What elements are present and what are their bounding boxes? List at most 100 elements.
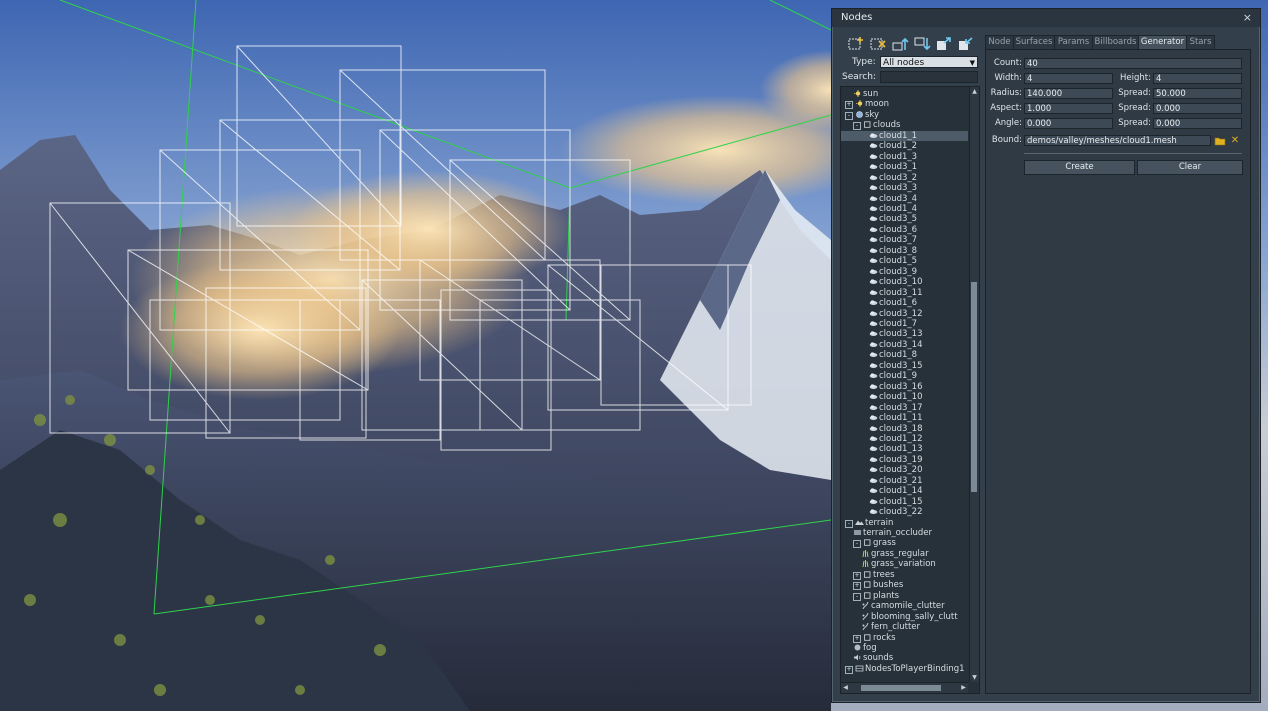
tree-row[interactable]: cloud3_15 [841, 361, 968, 371]
tree-row[interactable]: cloud1_9 [841, 371, 968, 381]
tree-row[interactable]: cloud1_2 [841, 141, 968, 151]
tree-row[interactable]: cloud1_10 [841, 392, 968, 402]
tree-row[interactable]: cloud1_11 [841, 413, 968, 423]
tree-vertical-scrollbar[interactable]: ▲ ▼ [969, 87, 979, 682]
tree-row[interactable]: cloud3_22 [841, 507, 968, 517]
tree-row[interactable]: cloud3_5 [841, 214, 968, 224]
count-field[interactable]: 40 [1024, 58, 1242, 69]
expand-icon[interactable]: + [853, 634, 861, 643]
tree-row[interactable]: blooming_sally_clutt [841, 612, 968, 622]
tree-row[interactable]: cloud1_13 [841, 444, 968, 454]
tree-row[interactable]: cloud1_5 [841, 256, 968, 266]
tree-row[interactable]: cloud1_3 [841, 152, 968, 162]
tab-node[interactable]: Node [985, 35, 1014, 50]
tree-row[interactable]: cloud1_14 [841, 486, 968, 496]
tree-row[interactable]: cloud3_13 [841, 329, 968, 339]
tree-row[interactable]: + moon [841, 99, 968, 110]
tree-row[interactable]: + bushes [841, 580, 968, 591]
tree-row[interactable]: cloud3_19 [841, 455, 968, 465]
expand-icon[interactable]: + [845, 665, 853, 674]
tree-row[interactable]: sounds [841, 653, 968, 663]
tree-row[interactable]: cloud3_14 [841, 340, 968, 350]
tree-horizontal-scrollbar[interactable]: ◀ ▶ [841, 682, 968, 693]
aspect-field[interactable]: 1.000 [1024, 103, 1113, 114]
width-field[interactable]: 4 [1024, 73, 1113, 84]
tree-row[interactable]: cloud3_2 [841, 173, 968, 183]
tree-row[interactable]: cloud1_7 [841, 319, 968, 329]
tab-generator[interactable]: Generator [1138, 35, 1187, 50]
aspect-spread-field[interactable]: 0.000 [1153, 103, 1242, 114]
tree-row[interactable]: cloud3_10 [841, 277, 968, 287]
tree-row[interactable]: cloud3_6 [841, 225, 968, 235]
tree-row[interactable]: - plants [841, 591, 968, 601]
tree-row[interactable]: cloud3_8 [841, 246, 968, 256]
tab-stars[interactable]: Stars [1186, 35, 1215, 50]
tree-row[interactable]: cloud3_4 [841, 194, 968, 204]
clear-path-icon[interactable]: ✕ [1229, 135, 1241, 146]
expand-icon[interactable]: + [845, 101, 853, 110]
node-tree[interactable]: sun + moon - sky - clouds cloud1_1 cloud1_2 cloud… [840, 86, 980, 694]
tree-row[interactable]: cloud1_6 [841, 298, 968, 308]
tree-row[interactable]: cloud1_12 [841, 434, 968, 444]
tree-row[interactable]: + NodesToPlayerBinding1 [841, 664, 968, 674]
tree-row[interactable]: cloud1_1 [841, 130, 968, 142]
tree-row[interactable]: cloud3_16 [841, 382, 968, 392]
tree-row[interactable]: terrain_occluder [841, 528, 968, 538]
type-select[interactable]: All nodes ▼ [880, 56, 978, 68]
tree-row[interactable]: sun [841, 89, 968, 99]
tree-row[interactable]: - clouds [841, 120, 968, 131]
tree-row[interactable]: cloud3_21 [841, 476, 968, 486]
scroll-down-icon[interactable]: ▼ [970, 673, 979, 682]
move-down-icon[interactable] [912, 35, 932, 53]
tree-row[interactable]: cloud1_4 [841, 204, 968, 214]
tree-row[interactable]: cloud3_1 [841, 162, 968, 172]
export-node-icon[interactable] [956, 35, 976, 53]
collapse-icon[interactable]: - [853, 592, 861, 601]
move-up-icon[interactable] [890, 35, 910, 53]
expand-icon[interactable]: + [853, 582, 861, 591]
collapse-icon[interactable]: - [853, 540, 861, 549]
radius-field[interactable]: 140.000 [1024, 88, 1113, 99]
scroll-left-icon[interactable]: ◀ [841, 683, 850, 693]
tree-row[interactable]: grass_regular [841, 549, 968, 559]
tree-row[interactable]: cloud1_8 [841, 350, 968, 360]
tree-row[interactable]: cloud3_12 [841, 309, 968, 319]
height-field[interactable]: 4 [1153, 73, 1242, 84]
tree-row[interactable]: cloud3_17 [841, 403, 968, 413]
tree-row[interactable]: + rocks [841, 633, 968, 643]
tree-row[interactable]: camomile_clutter [841, 601, 968, 611]
tree-row[interactable]: cloud3_11 [841, 288, 968, 298]
clear-button[interactable]: Clear [1137, 160, 1243, 175]
tree-row[interactable]: - grass [841, 538, 968, 549]
tree-row[interactable]: cloud3_3 [841, 183, 968, 193]
tree-row[interactable]: grass_variation [841, 559, 968, 569]
create-button[interactable]: Create [1024, 160, 1135, 175]
tree-row[interactable]: cloud3_18 [841, 424, 968, 434]
tree-row[interactable]: - terrain [841, 518, 968, 528]
scroll-thumb[interactable] [971, 282, 977, 492]
collapse-icon[interactable]: - [845, 519, 853, 528]
tree-row[interactable]: fog [841, 643, 968, 653]
tree-row[interactable]: fern_clutter [841, 622, 968, 632]
delete-node-icon[interactable] [868, 35, 888, 53]
close-icon[interactable]: × [1243, 9, 1252, 27]
scroll-right-icon[interactable]: ▶ [959, 683, 968, 693]
hscroll-thumb[interactable] [861, 685, 941, 691]
tree-row[interactable]: cloud3_7 [841, 235, 968, 245]
collapse-icon[interactable]: - [853, 122, 861, 131]
angle-field[interactable]: 0.000 [1024, 118, 1113, 129]
nodes-window[interactable]: Nodes × Type: All nodes ▼ Search: sun + … [831, 8, 1261, 703]
folder-icon[interactable] [1214, 135, 1226, 146]
tree-row[interactable]: - sky [841, 110, 968, 120]
tab-surfaces[interactable]: Surfaces [1013, 35, 1055, 50]
radius-spread-field[interactable]: 50.000 [1153, 88, 1242, 99]
add-node-icon[interactable] [846, 35, 866, 53]
scroll-up-icon[interactable]: ▲ [970, 87, 979, 96]
expand-icon[interactable]: + [853, 571, 861, 580]
tab-params[interactable]: Params [1054, 35, 1093, 50]
tree-row[interactable]: cloud3_20 [841, 465, 968, 475]
tree-row[interactable]: cloud3_9 [841, 267, 968, 277]
tab-billboards[interactable]: Billboards [1092, 35, 1139, 50]
angle-spread-field[interactable]: 0.000 [1153, 118, 1242, 129]
tree-row[interactable]: + trees [841, 570, 968, 580]
